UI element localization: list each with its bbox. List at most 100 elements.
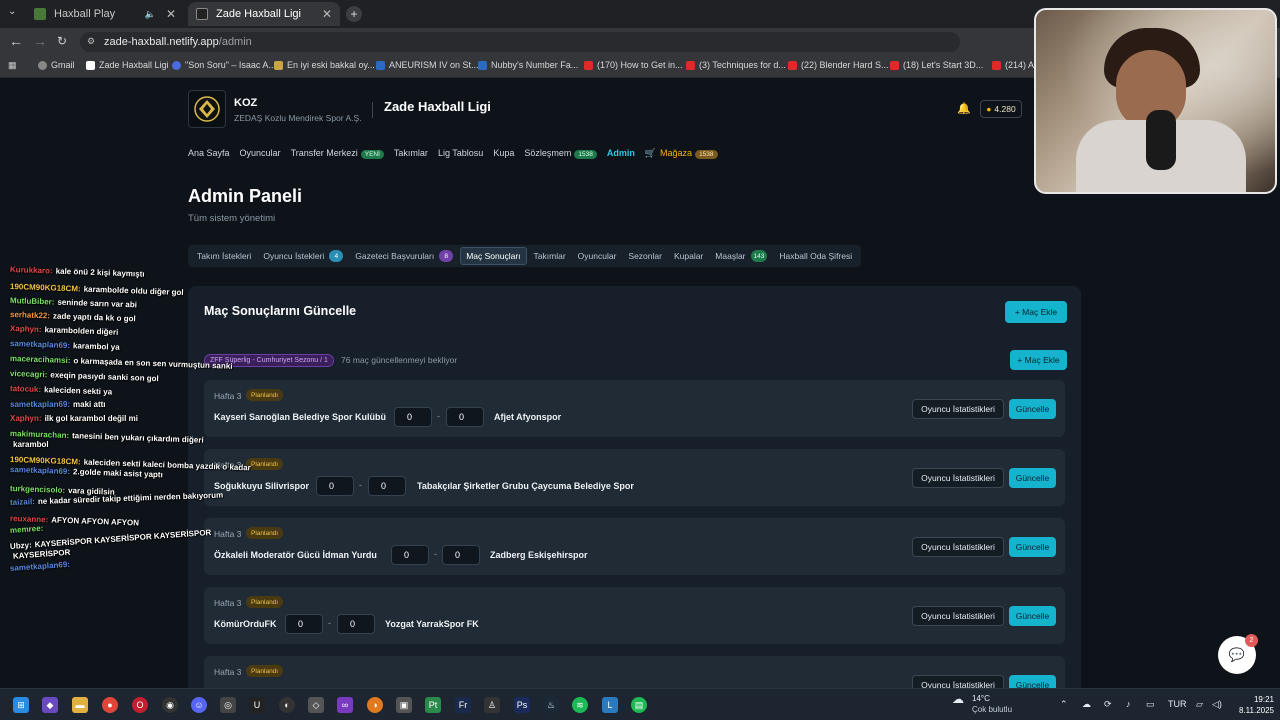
tab-room-password[interactable]: Haxball Oda Şifresi [774,248,857,264]
tab-match-results[interactable]: Maç Sonuçları [460,247,527,265]
tab-seasons[interactable]: Sezonlar [623,248,667,264]
new-tab-icon[interactable]: + [346,6,362,22]
add-match-button-secondary[interactable]: + Maç Ekle [1010,350,1067,370]
bookmark-item[interactable]: (18) Let's Start 3D... [890,60,983,70]
reload-icon[interactable]: ↻ [57,34,67,48]
speaker-icon[interactable]: 🔈 [145,9,156,20]
bookmark-item[interactable]: ANEURISM IV on St... [376,60,479,70]
network-icon[interactable]: ▱ [1196,699,1203,710]
steam-icon[interactable]: ♨ [543,697,559,713]
player-stats-button[interactable]: Oyuncu İstatistikleri [912,468,1004,488]
mic-icon[interactable]: ♪ [1126,699,1131,709]
close-tab-icon[interactable]: ✕ [166,7,176,21]
chrome-icon[interactable]: ● [102,697,118,713]
apps-grid-icon[interactable]: ▦ [8,60,17,71]
nav-transfer[interactable]: Transfer Merkezi YENİ [291,148,384,159]
app-icon[interactable]: ♙ [484,697,500,713]
tab-zade-haxball-ligi[interactable]: Zade Haxball Ligi ✕ [188,2,340,26]
chat-message: Xaphyn: karambolden diğeri [10,324,119,337]
away-score-input[interactable]: 0 [442,545,480,565]
player-stats-button[interactable]: Oyuncu İstatistikleri [912,399,1004,419]
tab-journalist-applications[interactable]: Gazeteci Başvuruları 8 [350,247,458,265]
match-card: Hafta 3 Planlandı Soğukkuyu Silivrispor … [204,449,1065,506]
home-score-input[interactable]: 0 [391,545,429,565]
chat-help-button[interactable]: 💬 2 [1218,634,1258,674]
visual-studio-icon[interactable]: ∞ [337,697,353,713]
unity-icon[interactable]: ◇ [308,697,324,713]
tab-teams[interactable]: Takımlar [529,248,571,264]
blender-icon[interactable]: ◑ [367,697,383,713]
nav-table[interactable]: Lig Tablosu [438,148,483,158]
bookmark-item[interactable]: "Son Soru" – Isaac A... [172,60,276,70]
discord-icon[interactable]: ☺ [191,697,207,713]
bookmark-item[interactable]: Gmail [38,60,75,70]
app-icon[interactable]: ▣ [396,697,412,713]
app-icon[interactable]: ◎ [220,697,236,713]
home-score-input[interactable]: 0 [316,476,354,496]
obs-icon[interactable]: ◉ [162,697,178,713]
club-logo[interactable] [188,90,226,128]
back-icon[interactable]: ← [9,33,23,49]
pycharm-icon[interactable]: Pt [425,697,441,713]
coin-balance[interactable]: ● 4.280 [980,100,1022,118]
spotify-icon[interactable]: ≋ [572,697,588,713]
onedrive-icon[interactable]: ☁ [1082,699,1091,710]
tab-players[interactable]: Oyuncular [573,248,622,264]
home-score-input[interactable]: 0 [285,614,323,634]
update-button[interactable]: Güncelle [1009,468,1056,488]
nav-home[interactable]: Ana Sayfa [188,148,230,158]
away-score-input[interactable]: 0 [337,614,375,634]
language-indicator[interactable]: TUR [1168,699,1187,709]
bookmark-item[interactable]: Nubby's Number Fa... [478,60,578,70]
nav-contract[interactable]: Sözleşmem 1538 [524,148,597,159]
app-icon[interactable]: L [602,697,618,713]
away-score-input[interactable]: 0 [368,476,406,496]
away-score-input[interactable]: 0 [446,407,484,427]
tab-search-icon[interactable]: ⌄ [8,6,16,17]
bookmark-item[interactable]: Zade Haxball Ligi [86,60,169,70]
premiere-icon[interactable]: Fr [455,697,471,713]
app-icon[interactable]: ▤ [631,697,647,713]
league-title[interactable]: Zade Haxball Ligi [384,99,491,114]
bookmark-item[interactable]: (214) Av [992,60,1038,70]
url-field[interactable]: ⚙ zade-haxball.netlify.app/admin [80,32,960,52]
forward-icon[interactable]: → [33,33,47,49]
file-explorer-icon[interactable]: ▬ [72,697,88,713]
add-match-button[interactable]: + Maç Ekle [1005,301,1067,323]
sync-icon[interactable]: ⟳ [1104,699,1112,710]
unreal-icon[interactable]: U [249,697,265,713]
nav-cup[interactable]: Kupa [493,148,514,158]
tab-player-requests[interactable]: Oyuncu İstekleri 4 [258,247,348,265]
player-stats-button[interactable]: Oyuncu İstatistikleri [912,606,1004,626]
nav-shop[interactable]: 🛒 Mağaza 1538 [645,148,718,159]
tab-salaries[interactable]: Maaşlar 143 [710,247,772,265]
weather-icon[interactable]: ☁ [952,692,964,706]
bookmark-item[interactable]: En iyi eski bakkal oy... [274,60,375,70]
chevron-up-icon[interactable]: ⌃ [1060,699,1068,710]
bookmark-item[interactable]: (22) Blender Hard S... [788,60,889,70]
bookmark-item[interactable]: (170) How to Get in... [584,60,683,70]
copilot-icon[interactable]: ◆ [42,697,58,713]
update-button[interactable]: Güncelle [1009,606,1056,626]
photoshop-icon[interactable]: Ps [514,697,530,713]
tab-haxball-play[interactable]: Haxball Play 🔈 ✕ [26,2,184,26]
nav-admin[interactable]: Admin [607,148,635,158]
github-icon[interactable]: ◐ [279,697,295,713]
update-button[interactable]: Güncelle [1009,537,1056,557]
display-icon[interactable]: ▭ [1146,699,1155,710]
update-button[interactable]: Güncelle [1009,399,1056,419]
start-icon[interactable]: ⊞ [13,697,29,713]
home-score-input[interactable]: 0 [394,407,432,427]
close-tab-icon[interactable]: ✕ [322,7,332,21]
volume-icon[interactable]: ◁) [1212,699,1222,710]
system-clock[interactable]: 19:21 8.11.2025 [1230,694,1274,716]
opera-icon[interactable]: O [132,697,148,713]
tab-cups[interactable]: Kupalar [669,248,708,264]
nav-players[interactable]: Oyuncular [240,148,281,158]
bell-icon[interactable]: 🔔 [957,102,971,115]
main-nav: Ana Sayfa Oyuncular Transfer Merkezi YENİ… [188,146,718,160]
player-stats-button[interactable]: Oyuncu İstatistikleri [912,537,1004,557]
nav-teams[interactable]: Takımlar [394,148,428,158]
site-info-icon[interactable]: ⚙ [87,36,95,47]
bookmark-item[interactable]: (3) Techniques for d... [686,60,786,70]
